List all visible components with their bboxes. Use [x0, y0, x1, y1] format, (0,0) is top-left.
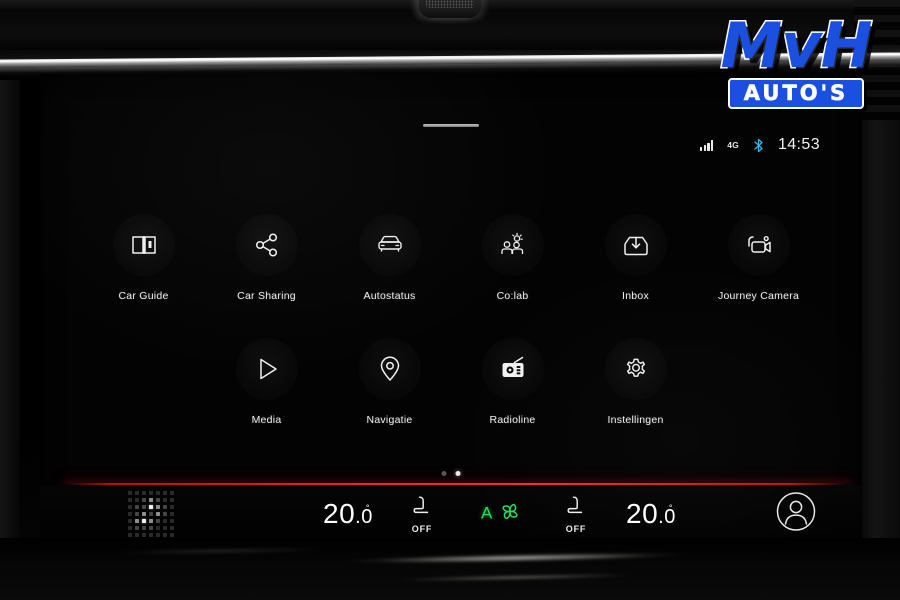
app-label: Navigatie [366, 414, 413, 426]
page-indicator[interactable] [441, 471, 461, 476]
screen-drag-handle[interactable] [423, 124, 479, 127]
seat-heater-right[interactable]: OFF [564, 494, 588, 534]
app-tile-navigatie[interactable]: Navigatie [328, 338, 451, 426]
center-console-lip [0, 538, 900, 600]
temperature-left[interactable]: 20.0 ° [323, 498, 377, 530]
app-label: Instellingen [607, 414, 664, 426]
app-tile-car-sharing[interactable]: Car Sharing [205, 214, 328, 302]
app-tile-autostatus[interactable]: Autostatus [328, 214, 451, 302]
seat-heater-left-state: OFF [411, 523, 433, 534]
dealer-logo-brand: MvH [719, 9, 874, 83]
app-label: Journey Camera [717, 290, 800, 302]
app-label: Co:lab [496, 290, 529, 302]
climate-bar: 20.0 ° OFF A OFF 20 .0 ° [40, 485, 862, 542]
car-front-icon [358, 214, 421, 276]
signal-bars-icon [699, 139, 714, 151]
video-camera-icon [727, 214, 790, 276]
fan-icon [497, 498, 523, 529]
temperature-left-int: 20 [323, 497, 356, 529]
collaboration-icon [481, 214, 544, 276]
dealer-logo-tagline-box: AUTO'S [727, 77, 865, 109]
app-row-1: Car Guide Car Sharing Autostatus Co:lab … [40, 214, 862, 302]
app-label: Autostatus [363, 290, 416, 302]
app-tile-radioline[interactable]: Radioline [451, 338, 574, 426]
app-label: Car Guide [118, 290, 169, 302]
dealer-logo-tagline: AUTO'S [743, 80, 849, 106]
play-icon [235, 338, 298, 400]
temperature-left-frac: .0 [355, 505, 373, 528]
app-grid: Car Guide Car Sharing Autostatus Co:lab … [40, 214, 862, 426]
app-row-2: Media Navigatie Radioline Instellingen [40, 338, 862, 426]
app-label: Inbox [622, 290, 649, 302]
network-type-text: 4G [727, 140, 739, 150]
page-dot-1[interactable] [441, 471, 447, 476]
seat-heater-icon [410, 494, 434, 523]
console-pillar-left [0, 80, 20, 600]
seat-heater-left[interactable]: OFF [410, 494, 434, 534]
seat-heater-right-state: OFF [565, 523, 587, 534]
seat-heater-icon [564, 494, 588, 523]
user-profile-icon[interactable] [774, 489, 818, 538]
temperature-left-degree: ° [365, 502, 370, 513]
app-label: Media [251, 414, 282, 426]
sensor-pod [419, 0, 481, 18]
dot-matrix-grid-icon[interactable] [128, 490, 174, 537]
temperature-right-degree: ° [668, 502, 673, 513]
app-tile-instellingen[interactable]: Instellingen [574, 338, 697, 426]
radio-icon [481, 338, 544, 400]
auto-climate-toggle[interactable]: A [481, 498, 523, 529]
status-bar: 4G 14:53 [699, 136, 820, 154]
page-dot-2[interactable] [455, 471, 461, 476]
book-icon [112, 214, 175, 276]
share-icon [235, 214, 298, 276]
app-label: Radioline [489, 414, 536, 426]
app-tile-media[interactable]: Media [205, 338, 328, 426]
auto-climate-label: A [481, 503, 493, 523]
clock-text: 14:53 [777, 136, 820, 153]
map-pin-icon [358, 338, 421, 400]
inbox-tray-icon [604, 214, 667, 276]
console-pillar-right [858, 120, 900, 600]
app-tile-inbox[interactable]: Inbox [574, 214, 697, 302]
app-tile-car-guide[interactable]: Car Guide [82, 214, 205, 302]
bluetooth-icon [753, 138, 764, 153]
app-tile-colab[interactable]: Co:lab [451, 214, 574, 302]
car-dashboard: 4G 14:53 Car Guide Car Sharing Autostatu… [0, 0, 900, 600]
temperature-right[interactable]: 20.0 ° [626, 498, 680, 530]
clock: 14:53 [778, 136, 820, 154]
app-tile-journey-camera[interactable]: Journey Camera [697, 214, 820, 302]
temperature-right-frac: .0 [658, 505, 676, 528]
temperature-right-int: 20 [626, 497, 659, 529]
gear-icon [604, 338, 667, 400]
app-label: Car Sharing [237, 290, 296, 302]
network-type-label: 4G [727, 140, 739, 150]
dealer-logo: MvH AUTO'S [700, 8, 892, 118]
infotainment-screen[interactable]: 4G 14:53 Car Guide Car Sharing Autostatu… [40, 74, 862, 542]
